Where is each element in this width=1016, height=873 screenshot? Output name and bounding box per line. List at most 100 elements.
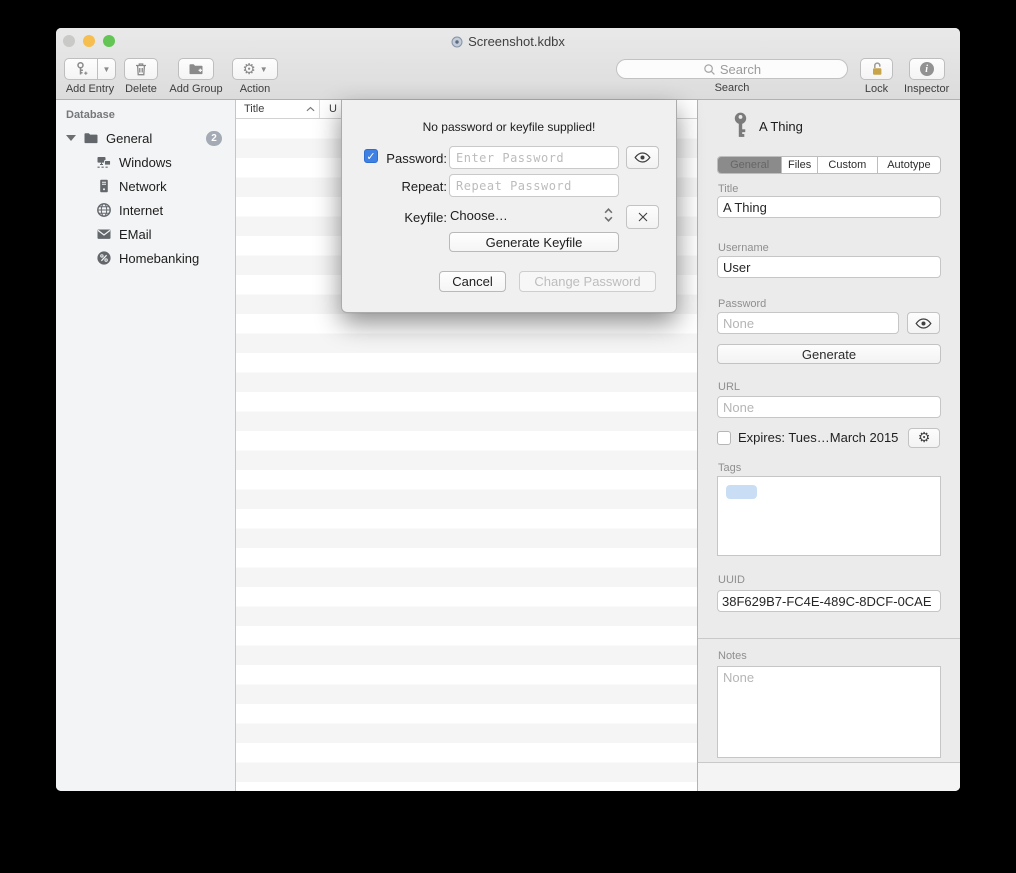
search-icon bbox=[703, 63, 716, 76]
generate-keyfile-button[interactable]: Generate Keyfile bbox=[449, 232, 619, 252]
sidebar: Database General 2 Windows Network bbox=[56, 100, 236, 791]
dialog-password-label: Password: bbox=[342, 151, 447, 166]
envelope-icon bbox=[96, 226, 112, 242]
disclosure-triangle-icon[interactable] bbox=[66, 135, 76, 141]
window-chrome: Screenshot.kdbx ▼ Add Entry bbox=[56, 28, 960, 100]
add-entry-dropdown-button[interactable]: ▼ bbox=[98, 58, 116, 80]
cancel-button[interactable]: Cancel bbox=[439, 271, 506, 292]
change-password-button-label: Change Password bbox=[534, 274, 640, 289]
column-header-title[interactable]: Title bbox=[236, 100, 320, 118]
lock-button[interactable] bbox=[860, 58, 893, 80]
entry-count-badge: 2 bbox=[206, 131, 222, 146]
generate-keyfile-label: Generate Keyfile bbox=[486, 235, 583, 250]
lock-label: Lock bbox=[865, 83, 888, 95]
username-field-label: Username bbox=[718, 242, 769, 254]
expires-checkbox[interactable] bbox=[717, 431, 731, 445]
inspector-label: Inspector bbox=[904, 83, 949, 95]
tags-box[interactable] bbox=[717, 476, 941, 556]
sidebar-item-label: Windows bbox=[119, 155, 172, 170]
server-icon bbox=[96, 178, 112, 194]
add-group-label: Add Group bbox=[169, 83, 222, 95]
search-label: Search bbox=[715, 82, 750, 94]
notes-textarea[interactable] bbox=[717, 666, 941, 758]
sidebar-header: Database bbox=[66, 109, 115, 121]
password-field[interactable] bbox=[717, 312, 899, 334]
folder-icon bbox=[83, 130, 99, 146]
dialog-repeat-input[interactable] bbox=[449, 174, 619, 197]
delete-button[interactable] bbox=[124, 58, 158, 80]
tab-custom[interactable]: Custom bbox=[818, 157, 878, 173]
window-title-text: Screenshot.kdbx bbox=[468, 34, 565, 49]
globe-icon bbox=[96, 202, 112, 218]
dialog-keyfile-label: Keyfile: bbox=[342, 210, 447, 225]
add-entry-button[interactable] bbox=[64, 58, 98, 80]
inspector-divider bbox=[698, 638, 960, 639]
expires-label: Expires: Tues…March 2015 bbox=[738, 430, 898, 445]
chevron-down-icon: ▼ bbox=[103, 65, 111, 74]
expires-settings-button[interactable]: ⚙ bbox=[908, 428, 940, 448]
add-group-toolbar-item: Add Group bbox=[166, 58, 226, 95]
stepper-icon[interactable] bbox=[604, 207, 613, 223]
dialog-reveal-password-button[interactable] bbox=[626, 146, 659, 169]
lock-open-icon bbox=[869, 61, 885, 77]
generate-password-button[interactable]: Generate bbox=[717, 344, 941, 364]
column-title-label: Title bbox=[244, 103, 264, 115]
dialog-password-input[interactable] bbox=[449, 146, 619, 169]
sidebar-item-label: Internet bbox=[119, 203, 163, 218]
windows-icon bbox=[96, 154, 112, 170]
gear-icon: ⚙ bbox=[918, 431, 931, 445]
eye-icon bbox=[915, 318, 932, 329]
column-header-username[interactable]: U bbox=[320, 100, 337, 118]
search-toolbar-item: Search Search bbox=[616, 59, 848, 94]
tag-pill[interactable] bbox=[726, 485, 757, 499]
username-field[interactable] bbox=[717, 256, 941, 278]
generate-button-label: Generate bbox=[802, 347, 856, 362]
uuid-field[interactable] bbox=[717, 590, 941, 612]
app-window: Screenshot.kdbx ▼ Add Entry bbox=[56, 28, 960, 791]
chevron-down-icon: ▼ bbox=[260, 65, 268, 74]
tab-general[interactable]: General bbox=[718, 157, 782, 173]
sidebar-item-label: EMail bbox=[119, 227, 152, 242]
add-group-button[interactable] bbox=[178, 58, 214, 80]
percent-icon bbox=[96, 250, 112, 266]
title-field[interactable] bbox=[717, 196, 941, 218]
inspector-tabs: General Files Custom Autotype bbox=[717, 156, 941, 174]
sidebar-item-network[interactable]: Network bbox=[56, 174, 235, 198]
tags-label: Tags bbox=[718, 462, 741, 474]
inspector-button[interactable]: i bbox=[909, 58, 945, 80]
add-entry-toolbar-item: ▼ Add Entry bbox=[64, 58, 116, 95]
key-icon bbox=[731, 111, 750, 140]
sidebar-item-general[interactable]: General 2 bbox=[56, 126, 235, 150]
sidebar-item-windows[interactable]: Windows bbox=[56, 150, 235, 174]
sidebar-item-email[interactable]: EMail bbox=[56, 222, 235, 246]
tab-files[interactable]: Files bbox=[782, 157, 818, 173]
inspector-footer bbox=[698, 763, 960, 791]
sort-ascending-icon bbox=[306, 106, 315, 112]
reveal-password-button[interactable] bbox=[907, 312, 940, 334]
clear-keyfile-button[interactable] bbox=[626, 205, 659, 229]
sidebar-item-label: General bbox=[106, 131, 152, 146]
entry-title: A Thing bbox=[759, 119, 803, 134]
uuid-field-label: UUID bbox=[718, 574, 745, 586]
folder-plus-icon bbox=[188, 61, 204, 77]
search-input[interactable]: Search bbox=[616, 59, 848, 79]
action-button[interactable]: ⚙ ▼ bbox=[232, 58, 278, 80]
url-field[interactable] bbox=[717, 396, 941, 418]
sidebar-item-homebanking[interactable]: Homebanking bbox=[56, 246, 235, 270]
change-password-button[interactable]: Change Password bbox=[519, 271, 656, 292]
inspector-toolbar-item: i Inspector bbox=[904, 58, 949, 95]
notes-label: Notes bbox=[718, 650, 747, 662]
action-label: Action bbox=[240, 83, 271, 95]
column-username-label: U bbox=[329, 103, 337, 115]
keyfile-popup[interactable]: Choose… bbox=[450, 208, 508, 223]
delete-toolbar-item: Delete bbox=[124, 58, 158, 95]
lock-toolbar-item: Lock bbox=[860, 58, 893, 95]
document-icon bbox=[451, 36, 463, 51]
trash-icon bbox=[133, 61, 149, 77]
tab-autotype[interactable]: Autotype bbox=[878, 157, 940, 173]
toolbar: ▼ Add Entry Delete bbox=[56, 55, 960, 100]
change-password-sheet: No password or keyfile supplied! ✓ Passw… bbox=[341, 100, 677, 313]
sidebar-item-internet[interactable]: Internet bbox=[56, 198, 235, 222]
action-toolbar-item: ⚙ ▼ Action bbox=[232, 58, 278, 95]
search-placeholder: Search bbox=[720, 62, 761, 77]
